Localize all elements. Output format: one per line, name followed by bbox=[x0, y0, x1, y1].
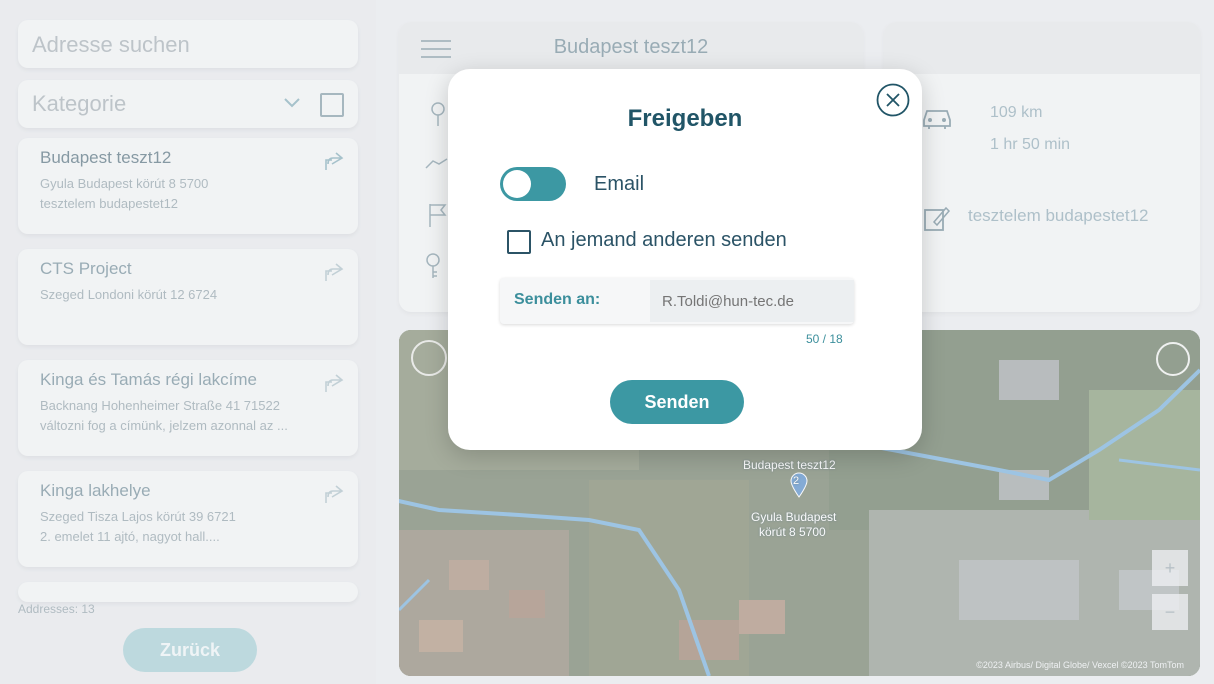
route-note: tesztelem budapestet12 bbox=[968, 206, 1149, 225]
address-line: Backnang Hohenheimer Straße 41 71522 bbox=[40, 398, 280, 413]
marker-number: 2 bbox=[793, 475, 800, 487]
refresh-icon[interactable] bbox=[411, 340, 447, 376]
send-button[interactable]: Senden bbox=[610, 380, 744, 424]
chevron-down-icon[interactable] bbox=[282, 92, 302, 112]
category-select[interactable]: Kategorie bbox=[18, 80, 358, 128]
list-item[interactable]: Kinga lakhelye Szeged Tisza Lajos körút … bbox=[18, 471, 358, 567]
zoom-out-button[interactable]: − bbox=[1152, 594, 1188, 630]
send-to-field: Senden an: bbox=[500, 278, 854, 324]
back-button[interactable]: Zurück bbox=[123, 628, 257, 672]
route-duration: 1 hr 50 min bbox=[990, 136, 1071, 153]
list-item[interactable]: Kinga és Tamás régi lakcíme Backnang Hoh… bbox=[18, 360, 358, 456]
share-icon[interactable] bbox=[322, 150, 346, 174]
email-input[interactable] bbox=[650, 280, 854, 322]
route-info-card: 109 km 1 hr 50 min tesztelem budapestet1… bbox=[884, 22, 1200, 312]
marker-address-1: Gyula Budapest bbox=[751, 510, 837, 524]
send-to-other-label: An jemand anderen senden bbox=[541, 229, 787, 251]
close-icon[interactable] bbox=[1156, 342, 1190, 376]
address-count: Addresses: 13 bbox=[18, 602, 95, 616]
character-counter: 50 / 18 bbox=[806, 332, 843, 346]
list-item[interactable] bbox=[18, 582, 358, 602]
address-title: Kinga és Tamás régi lakcíme bbox=[40, 370, 258, 389]
list-item[interactable]: Budapest teszt12 Gyula Budapest körút 8 … bbox=[18, 138, 358, 234]
page-title: Budapest teszt12 bbox=[553, 36, 709, 58]
sidebar: Adresse suchen Kategorie Budapest teszt1… bbox=[0, 0, 376, 684]
detail-header: Budapest teszt12 bbox=[399, 22, 863, 74]
car-icon bbox=[923, 110, 951, 129]
map-attribution: ©2023 Airbus/ Digital Globe/ Vexcel ©202… bbox=[976, 660, 1184, 670]
address-line: Gyula Budapest körút 8 5700 bbox=[40, 176, 209, 191]
search-input[interactable]: Adresse suchen bbox=[18, 20, 358, 68]
address-title: Budapest teszt12 bbox=[40, 148, 172, 167]
address-note: tesztelem budapestet12 bbox=[40, 196, 179, 211]
address-note: változni fog a címünk, jelzem azonnal az… bbox=[40, 418, 288, 433]
share-icon[interactable] bbox=[322, 483, 346, 507]
send-to-other-checkbox[interactable] bbox=[507, 230, 531, 254]
address-line: Szeged Tisza Lajos körút 39 6721 bbox=[40, 509, 236, 524]
address-note: 2. emelet 11 ajtó, nagyot hall.... bbox=[40, 529, 220, 544]
list-item[interactable]: CTS Project Szeged Londoni körút 12 6724 bbox=[18, 249, 358, 345]
share-icon[interactable] bbox=[322, 372, 346, 396]
email-toggle[interactable] bbox=[500, 167, 566, 201]
address-title: Kinga lakhelye bbox=[40, 481, 151, 500]
category-placeholder: Kategorie bbox=[32, 91, 127, 116]
email-toggle-label: Email bbox=[594, 173, 645, 195]
route-distance: 109 km bbox=[990, 104, 1043, 121]
route-info-header bbox=[884, 22, 1200, 74]
share-dialog: Freigeben Email An jemand anderen senden… bbox=[448, 69, 922, 450]
address-title: CTS Project bbox=[40, 259, 132, 278]
zoom-in-button[interactable]: + bbox=[1152, 550, 1188, 586]
send-to-label: Senden an: bbox=[514, 291, 601, 308]
dialog-title: Freigeben bbox=[627, 105, 743, 132]
edit-note-icon bbox=[924, 206, 951, 231]
marker-title: Budapest teszt12 bbox=[743, 458, 836, 472]
category-checkbox[interactable] bbox=[320, 93, 344, 117]
close-icon[interactable] bbox=[876, 83, 910, 117]
share-icon[interactable] bbox=[322, 261, 346, 285]
toggle-knob bbox=[503, 170, 531, 198]
address-line: Szeged Londoni körút 12 6724 bbox=[40, 287, 218, 302]
marker-address-2: körút 8 5700 bbox=[759, 525, 826, 539]
